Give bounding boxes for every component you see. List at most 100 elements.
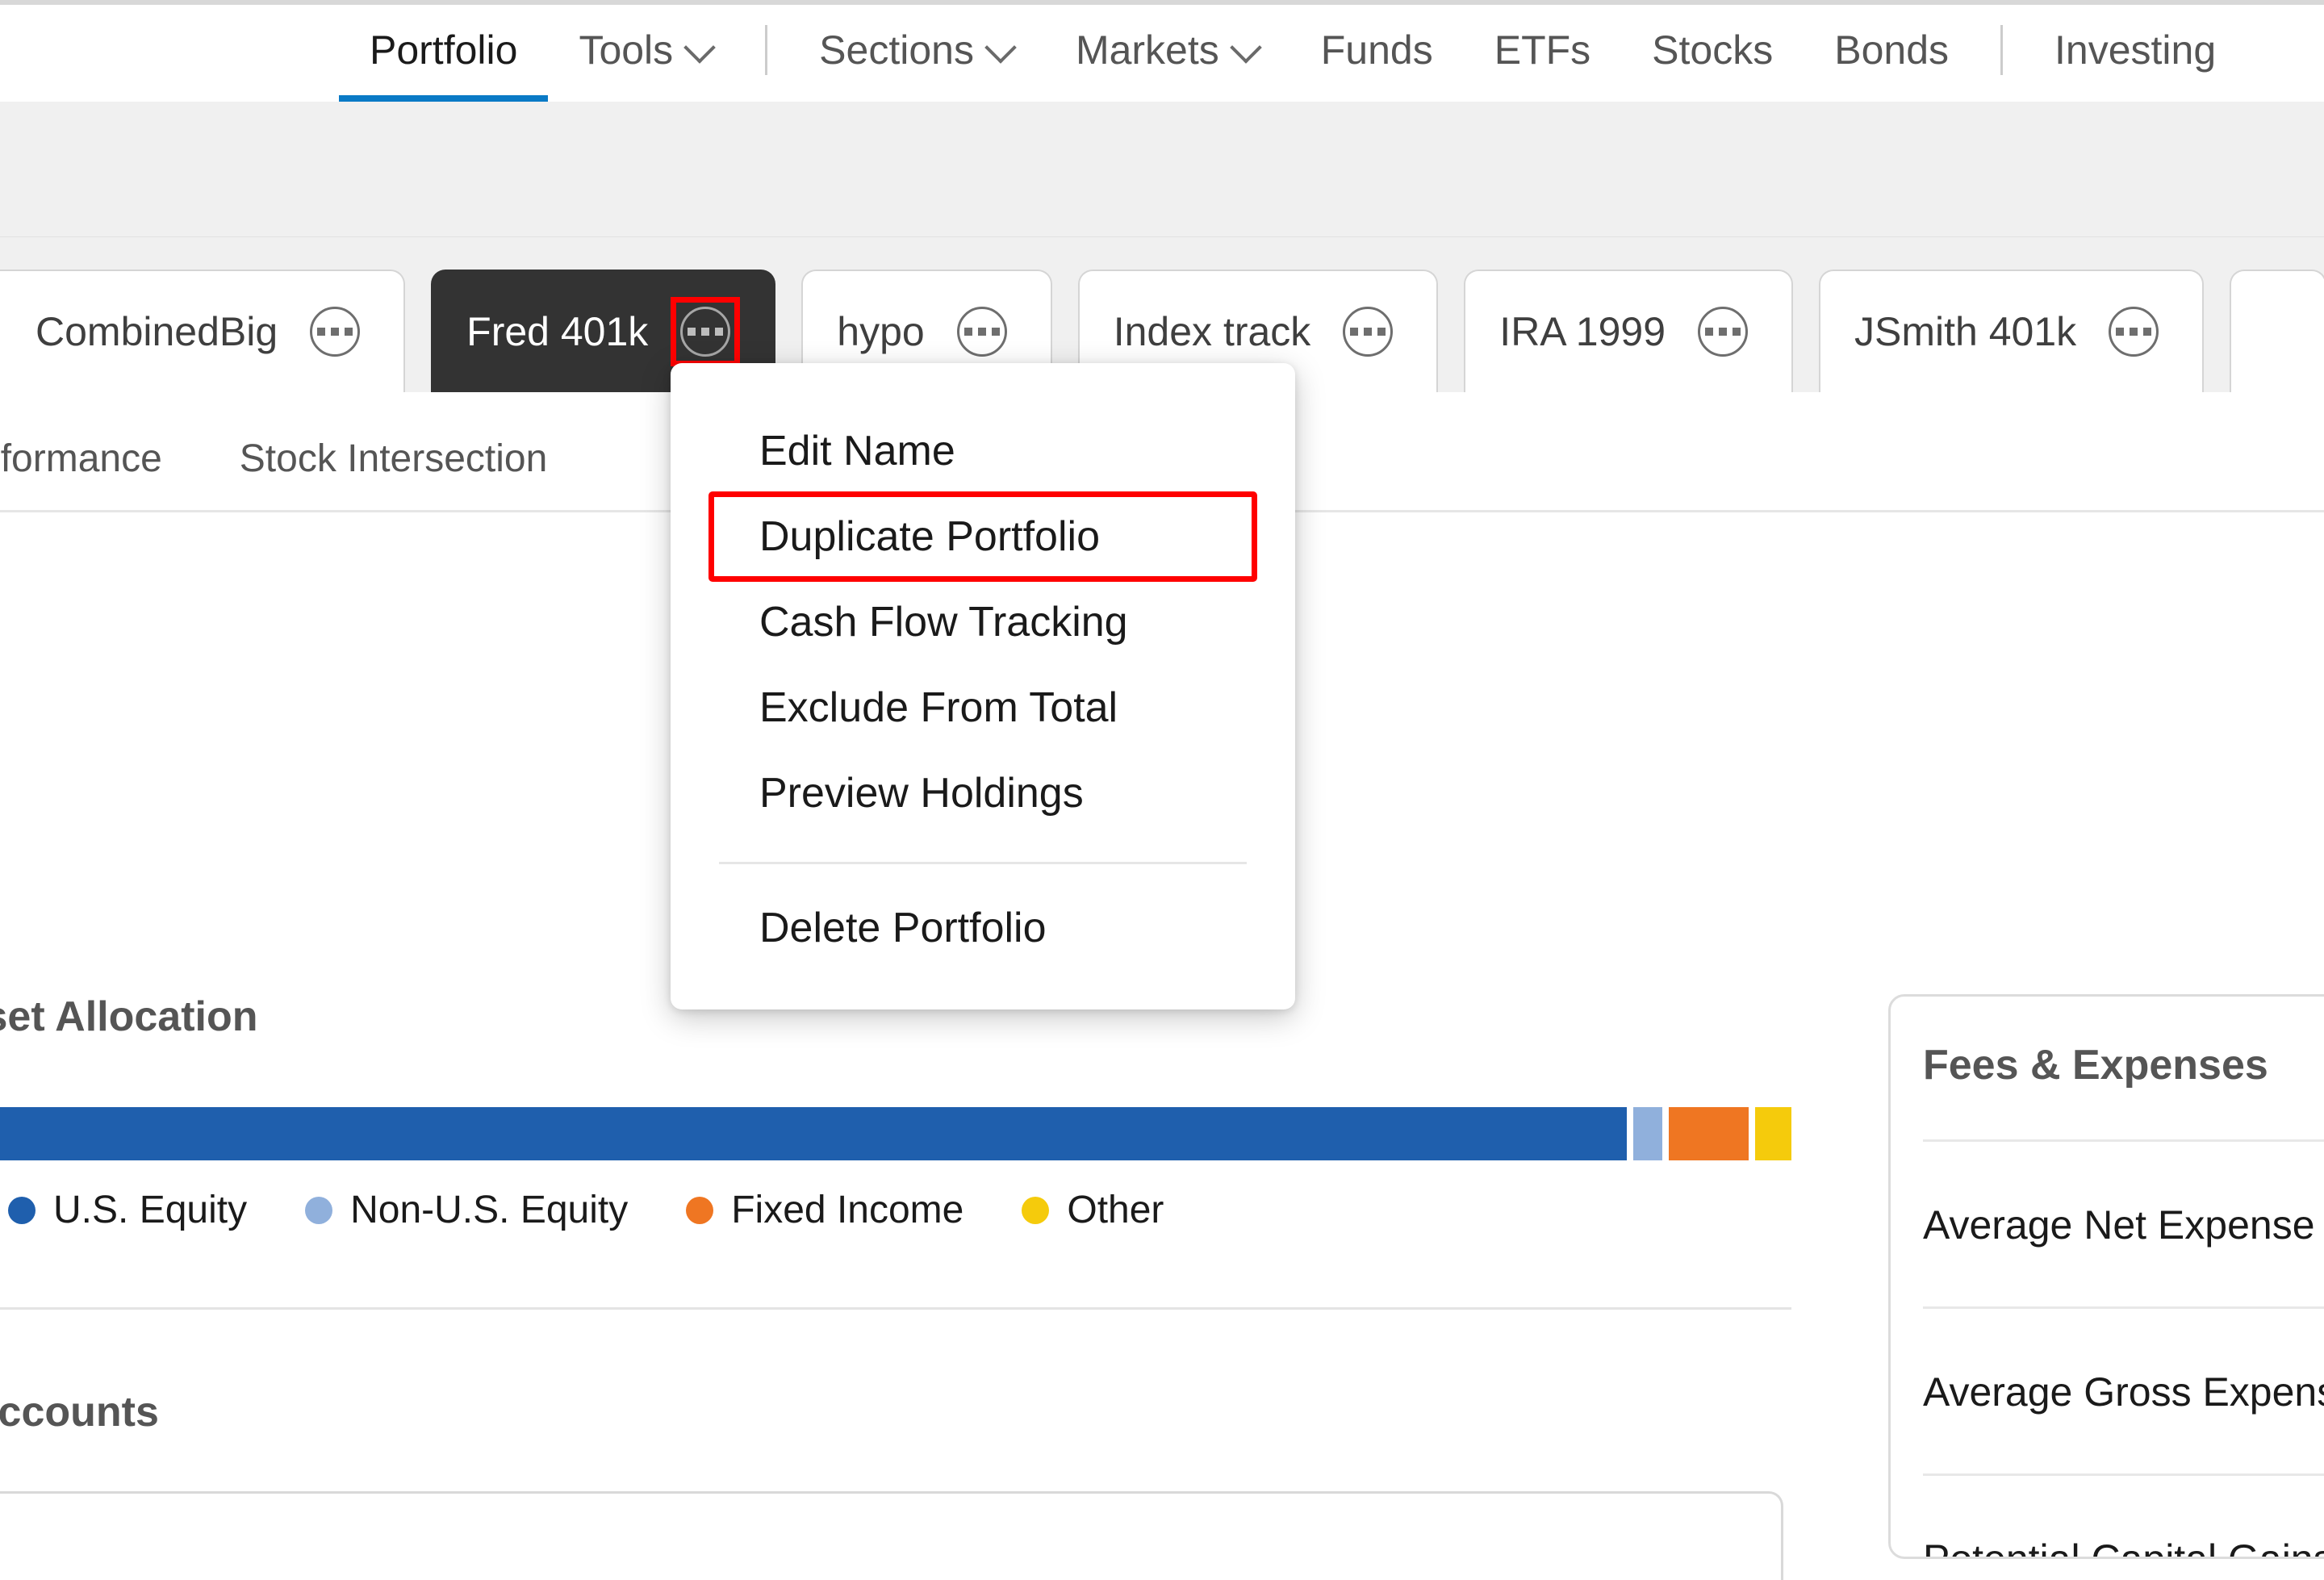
nav-item-label: Stocks [1652,27,1774,73]
subtab-stock-intersection[interactable]: Stock Intersection [201,437,587,481]
portfolio-tab-ira-1999[interactable]: IRA 1999 [1464,270,1794,392]
allocation-segment-fixed-income [1668,1107,1749,1160]
ellipsis-dot [1705,328,1714,336]
fees-row-label: Average Net Expense Ratio [1923,1202,2324,1248]
legend-label: Non-U.S. Equity [350,1189,629,1231]
ellipsis-dot [1733,328,1741,336]
active-tab-underline [339,95,549,102]
ellipsis-icon[interactable] [1343,307,1394,357]
fees-row-label: Potential Capital Gains [1923,1536,2324,1559]
portfolio-tab-menu-button[interactable] [947,297,1017,366]
allocation-segment-non-u-s-equity [1632,1107,1662,1160]
legend-color-swatch [1022,1196,1050,1224]
nav-item-label: Bonds [1834,27,1950,73]
menu-item-exclude-from-total[interactable]: Exclude From Total [671,665,1295,750]
ellipsis-dot [977,328,986,336]
portfolio-tab-label: Index track [1113,309,1311,354]
top-navigation-bar: Portfolio Tools Sections Markets Funds ETFs St… [0,0,2324,102]
portfolio-tab-label: IRA 1999 [1499,309,1666,354]
legend-label: Fixed Income [731,1189,964,1231]
nav-item-bonds[interactable]: Bonds [1804,5,1979,95]
ellipsis-dot [345,328,353,336]
section-divider [0,1307,1791,1310]
nav-separator [2000,25,2004,75]
nav-item-stocks[interactable]: Stocks [1621,5,1804,95]
nav-item-funds[interactable]: Funds [1290,5,1464,95]
subtab-performance[interactable]: Performance [0,437,201,481]
portfolio-tab-label: CombinedBig [36,309,278,354]
portfolio-tab-menu-button[interactable] [1333,297,1402,366]
ellipsis-dot [688,328,696,336]
nav-item-label: Funds [1320,27,1433,73]
asset-allocation-legend: U.S. Equity Non-U.S. Equity Fixed Income Ot… [8,1188,1222,1232]
menu-item-cash-flow-tracking[interactable]: Cash Flow Tracking [671,579,1295,665]
ellipsis-icon[interactable] [956,307,1007,357]
portfolio-tab-menu-button[interactable] [300,297,370,366]
legend-color-swatch [8,1196,36,1224]
nav-item-sections[interactable]: Sections [788,5,1045,95]
nav-item-label: Sections [819,27,974,73]
asset-allocation-heading: Asset Allocation [0,993,258,1040]
ellipsis-dot [2130,328,2138,336]
menu-item-edit-name[interactable]: Edit Name [671,408,1295,494]
ellipsis-dot [1364,328,1373,336]
ellipsis-dot [701,328,710,336]
legend-item-u-s-equity: U.S. Equity [8,1188,247,1232]
portfolio-tab-menu-button[interactable] [2099,297,2168,366]
legend-label: Other [1067,1189,1164,1231]
portfolio-tab-overflow[interactable] [2230,270,2324,392]
ellipsis-dot [963,328,972,336]
ellipsis-icon[interactable] [2109,307,2159,357]
legend-item-other: Other [1022,1188,1164,1232]
menu-item-delete-portfolio[interactable]: Delete Portfolio [671,885,1295,971]
page-header-band [0,102,2324,237]
nav-item-tools[interactable]: Tools [548,5,744,95]
legend-item-non-u-s-equity: Non-U.S. Equity [305,1188,628,1232]
menu-item-duplicate-portfolio[interactable]: Duplicate Portfolio [708,491,1257,582]
ellipsis-dot [715,328,724,336]
ellipsis-dot [1719,328,1728,336]
portfolio-tab-menu-button-highlighted[interactable] [671,297,741,366]
nav-item-label: ETFs [1494,27,1591,73]
ellipsis-icon[interactable] [1698,307,1749,357]
portfolio-tab-menu-button[interactable] [1688,297,1758,366]
portfolio-tab-jsmith-401k[interactable]: JSmith 401k [1819,270,2205,392]
portfolio-tab-label: JSmith 401k [1854,309,2077,354]
allocation-segment-u-s-equity [0,1107,1627,1160]
nav-item-portfolio[interactable]: Portfolio [339,5,549,102]
ellipsis-dot [991,328,1000,336]
menu-divider [719,862,1247,864]
nav-item-label: Tools [579,27,674,73]
nav-item-etfs[interactable]: ETFs [1464,5,1621,95]
nav-item-markets[interactable]: Markets [1045,5,1290,95]
nav-item-label: Markets [1075,27,1219,73]
legend-color-swatch [305,1196,333,1224]
nav-separator [765,25,768,75]
ellipsis-dot [1350,328,1359,336]
allocation-segment-other [1754,1107,1791,1160]
portfolio-context-menu: Edit Name Duplicate Portfolio Cash Flow Tr… [671,363,1295,1009]
fees-panel-title: Fees & Expenses [1923,1042,2268,1089]
chevron-down-icon [987,33,1014,61]
portfolio-tab-label: hypo [837,309,925,354]
ellipsis-icon[interactable] [680,307,731,357]
fees-row-label: Average Gross Expense Ratio [1923,1369,2324,1415]
legend-color-swatch [686,1196,714,1224]
chevron-down-icon [1232,33,1260,61]
nav-item-investing[interactable]: Investing [2024,5,2247,95]
accounts-heading: Accounts [0,1389,159,1436]
ellipsis-dot [2143,328,2152,336]
ellipsis-dot [1377,328,1386,336]
legend-label: U.S. Equity [53,1189,248,1231]
ellipsis-icon[interactable] [310,307,361,357]
ellipsis-dot [331,328,340,336]
chevron-down-icon [686,33,713,61]
menu-item-preview-holdings[interactable]: Preview Holdings [671,750,1295,836]
asset-allocation-bar [0,1107,1791,1160]
legend-item-fixed-income: Fixed Income [686,1188,963,1232]
accounts-table-card [0,1491,1783,1580]
fees-and-expenses-card: Fees & Expenses Average Net Expense Rati… [1888,994,2324,1559]
nav-item-label: Investing [2054,27,2217,73]
portfolio-tab-combinedbig[interactable]: CombinedBig [0,270,406,392]
ellipsis-dot [2116,328,2125,336]
